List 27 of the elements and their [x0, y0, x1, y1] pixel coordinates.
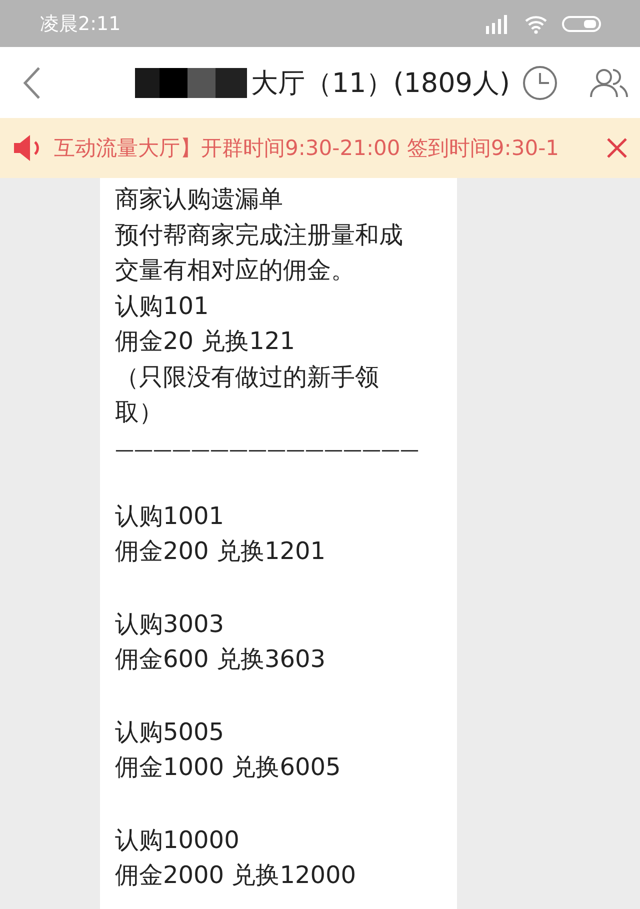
message-line: 预付帮商家完成注册量和成	[115, 220, 404, 250]
message-line: 佣金2000 兑换12000	[115, 860, 358, 891]
clock-icon[interactable]	[522, 64, 558, 100]
announcement-text: 互动流量大厅】开群时间9:30-21:00 签到时间9:30-1	[54, 135, 560, 162]
speaker-icon	[12, 134, 42, 162]
message-line: 商家认购遗漏单	[115, 184, 284, 215]
message-line: 认购1001	[115, 500, 226, 532]
message-line: 佣金20 兑换121	[115, 326, 296, 357]
chat-title: 大厅（11）(1809人)	[250, 66, 510, 100]
wifi-icon	[524, 14, 548, 34]
battery-icon	[562, 14, 602, 34]
dashed-divider: ————————————————	[115, 438, 419, 462]
back-icon[interactable]	[22, 66, 42, 100]
close-icon[interactable]	[606, 137, 628, 159]
message-line: 取）	[115, 397, 164, 428]
message-line: 佣金1000 兑换6005	[115, 752, 342, 783]
message-line: 佣金200 兑换1201	[115, 536, 327, 567]
message-line: （只限没有做过的新手领	[115, 362, 380, 392]
message-line: 交量有相对应的佣金。	[115, 255, 356, 286]
signal-icon	[484, 14, 510, 34]
message-line: 认购10000	[115, 824, 240, 856]
message-line: 认购5005	[115, 716, 226, 748]
message-line: 认购3003	[115, 608, 226, 640]
message-line: 佣金600 兑换3603	[115, 644, 327, 675]
message-line: 认购101	[115, 290, 210, 322]
status-time: 凌晨2:11	[40, 12, 121, 36]
members-icon[interactable]	[590, 66, 628, 98]
